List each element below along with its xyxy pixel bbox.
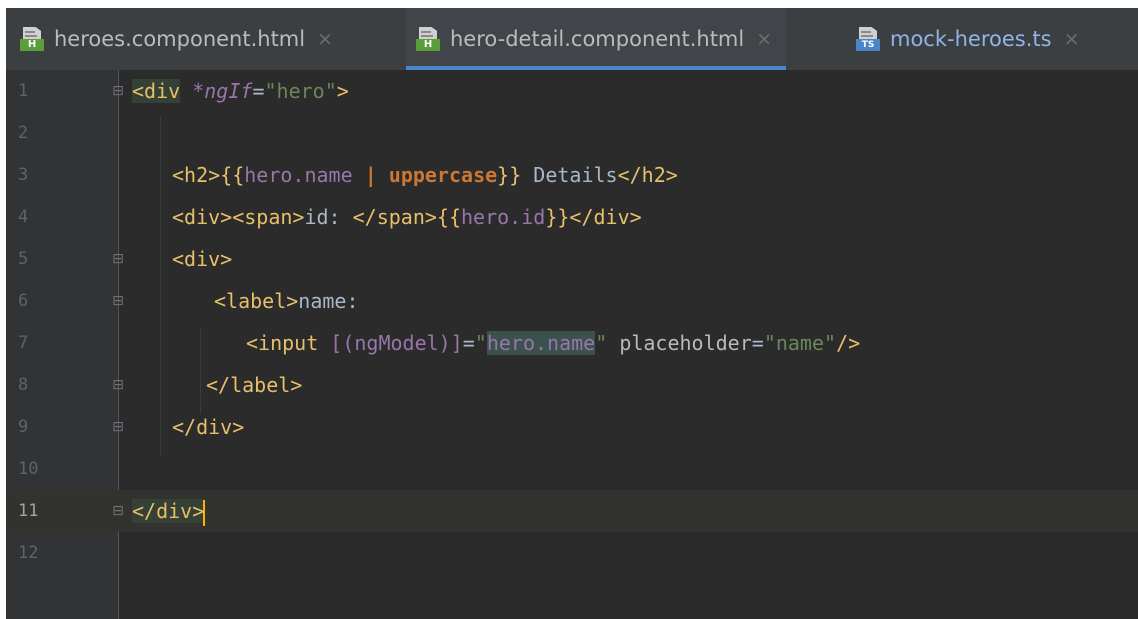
code-line-4: <div><span>id: </span>{{hero.id}}</div> [172,205,642,229]
line-number: 10 [18,459,39,479]
tab-hero-detail-component-html[interactable]: H hero-detail.component.html × [406,8,787,70]
line-number: 7 [18,333,29,353]
line-number: 9 [18,417,29,437]
line-number: 4 [18,207,29,227]
tab-heroes-component-html[interactable]: H heroes.component.html × [20,8,333,70]
code-editor[interactable]: 1 2 3 4 5 6 7 8 9 10 11 12 ⊟ ⊟ ⊟ ⊟ ⊟ ⊟ <… [6,70,1138,619]
fold-end-icon[interactable]: ⊟ [111,419,125,435]
code-line-11: </div> [132,490,206,532]
html-file-icon: H [20,27,44,51]
ide-window: H heroes.component.html × H hero-detail.… [6,8,1138,619]
indent-guide [200,328,201,414]
div-open-tag: <div [132,79,181,103]
line-number: 5 [18,249,29,269]
fold-end-icon[interactable]: ⊟ [111,377,125,393]
tab-label: hero-detail.component.html [450,27,745,51]
code-line-6: <label>name: [214,289,359,313]
editor-tab-bar: H heroes.component.html × H hero-detail.… [6,8,1138,71]
code-line-8: </label> [206,373,303,397]
code-line-3: <h2>{{hero.name | uppercase}} Details</h… [172,163,678,187]
html-file-icon: H [416,27,440,51]
ngif-value: "hero" [264,79,337,103]
fold-collapse-icon[interactable]: ⊟ [111,251,125,267]
line-number: 8 [18,375,29,395]
line-number: 6 [18,291,29,311]
ngif-directive: *ngIf [192,79,253,103]
gutter-separator [118,70,119,619]
indent-guide [160,116,161,456]
close-icon[interactable]: × [756,28,772,50]
fold-collapse-icon[interactable]: ⊟ [111,83,125,99]
tab-label: heroes.component.html [54,27,306,51]
ts-file-icon: TS [856,27,880,51]
close-icon[interactable]: × [317,28,333,50]
code-line-9: </div> [172,415,245,439]
line-number: 2 [18,123,29,143]
line-number-current: 11 [18,501,39,521]
close-icon[interactable]: × [1064,28,1080,50]
text-caret [203,499,206,526]
div-close-tag: </div [132,499,193,523]
fold-collapse-icon[interactable]: ⊟ [111,293,125,309]
tab-label: mock-heroes.ts [890,27,1052,51]
line-number: 1 [18,81,29,101]
line-number: 3 [18,165,29,185]
tab-mock-heroes-ts[interactable]: TS mock-heroes.ts × [856,8,1079,70]
line-number: 12 [18,543,39,563]
code-line-7: <input [(ngModel)]="hero.name" placehold… [246,331,861,355]
fold-end-icon[interactable]: ⊟ [111,503,125,519]
code-line-1: <div *ngIf="hero"> [132,79,349,103]
code-line-5: <div> [172,247,233,271]
